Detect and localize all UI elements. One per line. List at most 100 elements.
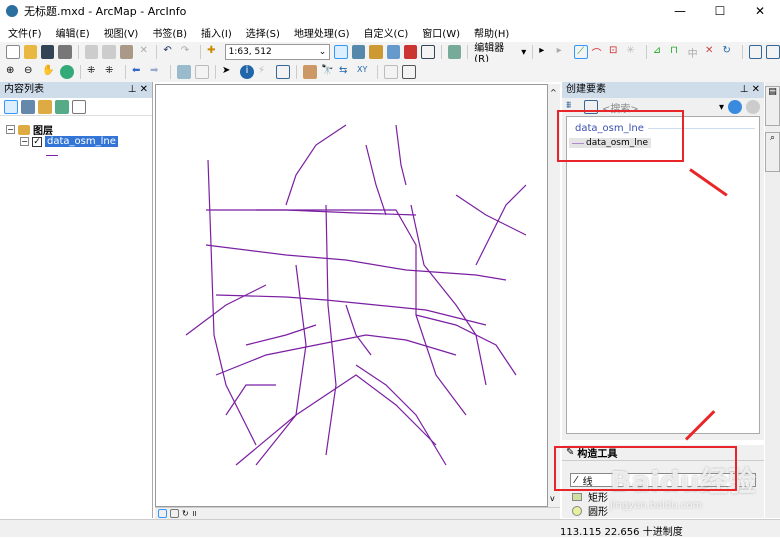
create-features-header: 创建要素 ⊥ ✕ <box>562 82 764 98</box>
list-by-visibility-icon[interactable] <box>38 100 52 114</box>
clear-search-icon[interactable] <box>746 100 760 114</box>
curve-icon[interactable]: ⌒ <box>592 45 605 60</box>
collapse-icon[interactable]: − <box>6 125 15 134</box>
print-icon[interactable] <box>58 45 72 59</box>
watermark-url: jingyan.baidu.com <box>610 500 703 511</box>
close-button[interactable]: ✕ <box>740 0 780 22</box>
hyperlink-icon[interactable]: ⚡ <box>258 65 272 79</box>
scale-dropdown[interactable]: 1:63, 512 ⌄ <box>224 44 331 60</box>
zoom-out-icon[interactable]: ⊖ <box>24 65 38 79</box>
title-bar: 无标题.mxd - ArcMap - ArcInfo — ☐ ✕ <box>0 0 780 22</box>
redo-icon[interactable]: ↷ <box>181 45 194 59</box>
options-icon[interactable] <box>72 100 86 114</box>
straight-segment-icon[interactable]: ⟋ <box>574 45 588 59</box>
go-to-xy-icon[interactable]: XY <box>357 65 371 79</box>
select-features-icon[interactable] <box>177 65 191 79</box>
viewer-window-icon[interactable] <box>402 65 416 79</box>
chevron-down-icon[interactable]: ▾ <box>719 102 724 113</box>
python-icon[interactable] <box>421 45 435 59</box>
list-by-drawing-order-icon[interactable] <box>4 100 18 114</box>
refresh-icon[interactable]: ↻ <box>182 509 189 518</box>
layers-group[interactable]: − 图层 <box>6 122 53 137</box>
menu-edit[interactable]: 编辑(E) <box>56 25 90 40</box>
menu-selection[interactable]: 选择(S) <box>246 25 280 40</box>
minimize-button[interactable]: — <box>660 0 700 22</box>
select-elements-icon[interactable]: ➤ <box>222 65 236 79</box>
split-icon[interactable]: 中 <box>688 45 701 60</box>
fixed-zoom-in-icon[interactable]: ⁜ <box>87 65 101 79</box>
back-icon[interactable]: ⬅ <box>132 65 146 79</box>
toc-header: 内容列表 ⊥ ✕ <box>0 82 152 98</box>
paste-icon[interactable] <box>119 45 133 59</box>
rotate-icon[interactable]: ↻ <box>722 45 735 59</box>
menu-customize[interactable]: 自定义(C) <box>364 25 409 40</box>
table-icon[interactable] <box>351 45 366 59</box>
copy-icon[interactable] <box>102 45 116 59</box>
tool-rectangle[interactable]: 矩形 <box>572 489 608 504</box>
search-window-icon[interactable] <box>386 45 401 59</box>
measure-icon[interactable] <box>303 65 317 79</box>
undo-icon[interactable]: ↶ <box>163 45 176 59</box>
coordinates-readout: 113.115 22.656 十进制度 <box>560 527 683 538</box>
pin-close-icons[interactable]: ⊥ ✕ <box>128 82 148 98</box>
menu-bar: 文件(F) 编辑(E) 视图(V) 书签(B) 插入(I) 选择(S) 地理处理… <box>0 22 780 42</box>
maximize-button[interactable]: ☐ <box>700 0 740 22</box>
fixed-zoom-out-icon[interactable]: ⁜ <box>105 65 119 79</box>
point-icon[interactable]: ⊡ <box>609 45 622 59</box>
menu-file[interactable]: 文件(F) <box>8 25 42 40</box>
reshape-icon[interactable]: ⊓ <box>670 45 683 59</box>
layer-item[interactable]: − ✓ data_osm_lne <box>20 136 118 147</box>
clear-selection-icon[interactable] <box>195 65 209 79</box>
data-view-icon[interactable] <box>158 509 167 518</box>
cut-polygon-icon[interactable]: ✕ <box>705 45 718 59</box>
add-data-icon[interactable]: ✚ <box>207 45 220 59</box>
scroll-up-icon[interactable]: ^ <box>550 88 557 97</box>
find-icon[interactable]: 🔭 <box>321 65 335 79</box>
catalog-tab[interactable]: ▤ <box>765 86 780 126</box>
zoom-in-icon[interactable]: ⊕ <box>6 65 20 79</box>
model-builder-icon[interactable] <box>447 45 462 59</box>
menu-insert[interactable]: 插入(I) <box>201 25 232 40</box>
delete-icon[interactable]: ✕ <box>137 45 150 59</box>
annotation-tool-icon[interactable]: ▸ <box>557 45 570 59</box>
midpoint-icon[interactable]: ✳ <box>626 45 639 59</box>
layout-view-icon[interactable] <box>170 509 179 518</box>
editor-toolbar-icon[interactable] <box>334 45 348 59</box>
identify-icon[interactable]: i <box>240 65 254 79</box>
forward-icon[interactable]: ➡ <box>150 65 164 79</box>
map-view[interactable] <box>155 84 548 507</box>
menu-geoprocessing[interactable]: 地理处理(G) <box>294 25 350 40</box>
time-slider-icon[interactable] <box>384 65 398 79</box>
scroll-down-icon[interactable]: v <box>550 494 555 503</box>
attributes-icon[interactable] <box>748 45 763 59</box>
menu-bookmarks[interactable]: 书签(B) <box>152 25 187 40</box>
search-tab[interactable]: ⌕ <box>765 132 780 172</box>
layer-checkbox[interactable]: ✓ <box>32 136 42 147</box>
sketch-properties-icon[interactable] <box>766 45 780 59</box>
pause-icon[interactable]: ॥ <box>192 508 197 519</box>
collapse-icon[interactable]: − <box>20 137 29 146</box>
create-features-title: 创建要素 <box>566 84 606 95</box>
menu-help[interactable]: 帮助(H) <box>474 25 509 40</box>
edit-vertices-icon[interactable]: ⊿ <box>653 45 666 59</box>
save-icon[interactable] <box>40 45 55 59</box>
cut-icon[interactable] <box>84 45 99 59</box>
new-icon[interactable] <box>6 45 20 59</box>
find-route-icon[interactable]: ⇆ <box>339 65 353 79</box>
tool-circle[interactable]: 圆形 <box>572 503 608 518</box>
arctoolbox-icon[interactable] <box>404 45 418 59</box>
open-icon[interactable] <box>23 45 37 59</box>
pan-icon[interactable]: ✋ <box>42 65 56 79</box>
edit-tool-icon[interactable]: ▸ <box>539 45 552 59</box>
catalog-icon[interactable] <box>369 45 383 59</box>
dock-tabs: ▤ ⌕ <box>765 82 780 518</box>
list-by-selection-icon[interactable] <box>55 100 69 114</box>
full-extent-icon[interactable] <box>60 65 74 79</box>
menu-view[interactable]: 视图(V) <box>104 25 139 40</box>
html-popup-icon[interactable] <box>276 65 290 79</box>
search-icon[interactable] <box>728 100 742 114</box>
layer-name[interactable]: data_osm_lne <box>45 136 118 147</box>
list-by-source-icon[interactable] <box>21 100 35 114</box>
pin-close-icons[interactable]: ⊥ ✕ <box>740 82 760 98</box>
menu-window[interactable]: 窗口(W) <box>422 25 460 40</box>
